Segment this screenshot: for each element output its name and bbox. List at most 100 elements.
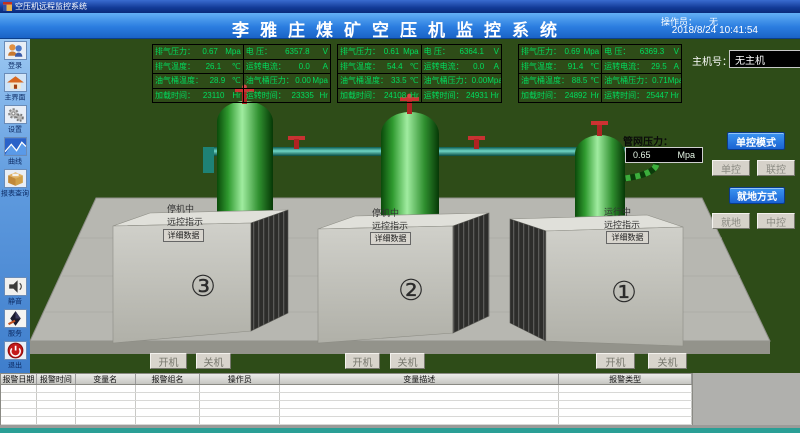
panel-cell-label: 运转电流： [604,61,644,72]
table-cell [559,401,692,408]
local-button[interactable]: 就地 [712,213,750,229]
app-window: 空压机远程监控系统 李雅庄煤矿空压机监控系统 操作员： 无 2018/8/24 … [0,0,800,433]
machine-3-detail-button[interactable]: 详细数据 [163,229,204,242]
panel-cell: 运转电流：29.5A [601,59,682,75]
alarm-col-header: 变量描述 [280,374,559,384]
panel-cell-value: 0.00 [472,76,488,85]
panel-cell-value: 0.67 [195,47,225,56]
table-cell [280,385,559,392]
machine-1-detail-button[interactable]: 详细数据 [606,231,649,244]
table-cell [200,385,280,392]
single-mode-button[interactable]: 单控模式 [727,132,785,150]
start-button-2[interactable]: 开机 [345,353,380,369]
table-cell [200,417,280,424]
table-cell [136,417,201,424]
alarm-col-header: 报警时间 [37,374,76,384]
machine-3-remote-state: 远控指示 [167,216,203,229]
stop-button-2[interactable]: 关机 [390,353,425,369]
panel-cell-value: 88.5 [569,76,590,85]
table-cell [136,401,201,408]
panel-cell-unit: Hr [671,91,679,100]
panel-cell-value: 54.4 [380,62,410,71]
panel-cell-unit: Mpa [668,76,682,85]
table-cell [280,409,559,416]
start-button-1[interactable]: 开机 [596,353,635,369]
panel-cell-value: 23335 [286,91,320,100]
central-button[interactable]: 中控 [757,213,795,229]
machine-2-run-state: 停机中 [372,207,408,220]
data-panel-compressor-3: 排气压力：0.67Mpa电 压：6357.8V排气温度：26.1℃运转电流：0.… [152,44,330,102]
panel-cell-label: 油气桶压力： [424,75,472,86]
table-cell [200,401,280,408]
machine-2-detail-button[interactable]: 详细数据 [370,232,411,245]
table-cell [559,385,692,392]
panel-cell-unit: Hr [591,91,599,100]
panel-cell-unit: Mpa [584,47,600,56]
pipe-pressure-box: 0.65 Mpa [625,147,703,163]
panel-cell: 油气桶压力：0.71Mpa [601,73,682,89]
panel-cell-label: 运转时间： [246,90,286,101]
machine-3-number: ③ [190,269,216,304]
panel-cell-unit: ℃ [410,76,419,85]
panel-cell-value: 0.69 [561,47,584,56]
table-cell [136,393,201,400]
panel-cell-value: 0.61 [380,47,403,56]
host-label: 主机号： [692,53,732,68]
table-cell [280,401,559,408]
panel-cell-label: 油气桶温度： [155,75,203,86]
panel-cell-unit: Hr [491,91,499,100]
panel-cell-unit: ℃ [232,62,241,71]
panel-cell-label: 排气温度： [155,61,195,72]
table-cell [280,417,559,424]
table-cell [559,393,692,400]
horizontal-scrollbar[interactable] [0,428,800,433]
panel-cell-label: 电 压： [246,46,272,57]
single-control-button[interactable]: 单控 [712,160,750,176]
panel-cell: 运转时间：25447Hr [601,88,682,104]
pipe-pressure-unit: Mpa [677,150,695,160]
machine-1-run-state: 运行中 [604,206,640,219]
panel-cell: 电 压：6369.3V [601,44,682,60]
panel-cell-unit: ℃ [232,76,241,85]
panel-cell: 油气桶压力：0.00Mpa [243,73,331,89]
panel-cell-label: 电 压： [424,46,450,57]
table-cell [37,417,76,424]
data-panel-compressor-2: 排气压力：0.61Mpa电 压：6364.1V排气温度：54.4℃运转电流：0.… [337,44,501,102]
table-cell [1,393,37,400]
panel-cell-label: 油气桶压力： [604,75,652,86]
panel-cell: 电 压：6357.8V [243,44,331,60]
table-cell [200,393,280,400]
table-cell [37,385,76,392]
panel-cell-unit: ℃ [590,76,599,85]
stop-button-3[interactable]: 关机 [196,353,231,369]
panel-cell-value: 0.71 [652,76,668,85]
panel-cell: 加载时间：24108Hr [337,88,422,104]
linked-control-button[interactable]: 联控 [757,160,795,176]
alarm-table-header: 报警日期报警时间变量名报警组名操作员变量描述报警类型 [0,373,693,385]
panel-cell-value: 0.0 [286,62,323,71]
panel-cell-label: 运转电流： [424,61,464,72]
data-panel-compressor-1: 排气压力：0.69Mpa电 压：6369.3V排气温度：91.4℃运转电流：29… [518,44,681,102]
panel-cell-value: 26.1 [195,62,232,71]
panel-cell-value: 6364.1 [450,47,494,56]
table-cell [1,401,37,408]
panel-cell-unit: Hr [232,91,240,100]
panel-cell-unit: A [494,62,499,71]
panel-cell-value: 24108 [380,91,410,100]
machine-1-status: 运行中 远控指示 [604,206,640,232]
stop-button-1[interactable]: 关机 [648,353,687,369]
panel-cell-unit: Mpa [487,76,502,85]
panel-cell-label: 油气桶压力： [246,75,294,86]
panel-cell-unit: Mpa [225,47,241,56]
panel-cell: 油气桶温度：33.5℃ [337,73,422,89]
table-cell [1,385,37,392]
table-cell [76,401,136,408]
panel-cell: 运转电流：0.0A [421,59,502,75]
host-value-box: 无主机 [729,50,800,68]
local-mode-button[interactable]: 就地方式 [729,187,785,204]
panel-cell-value: 23110 [195,91,232,100]
panel-cell: 排气温度：26.1℃ [152,59,244,75]
table-right-filler [693,373,800,425]
panel-cell: 排气温度：91.4℃ [518,59,602,75]
start-button-3[interactable]: 开机 [150,353,187,369]
